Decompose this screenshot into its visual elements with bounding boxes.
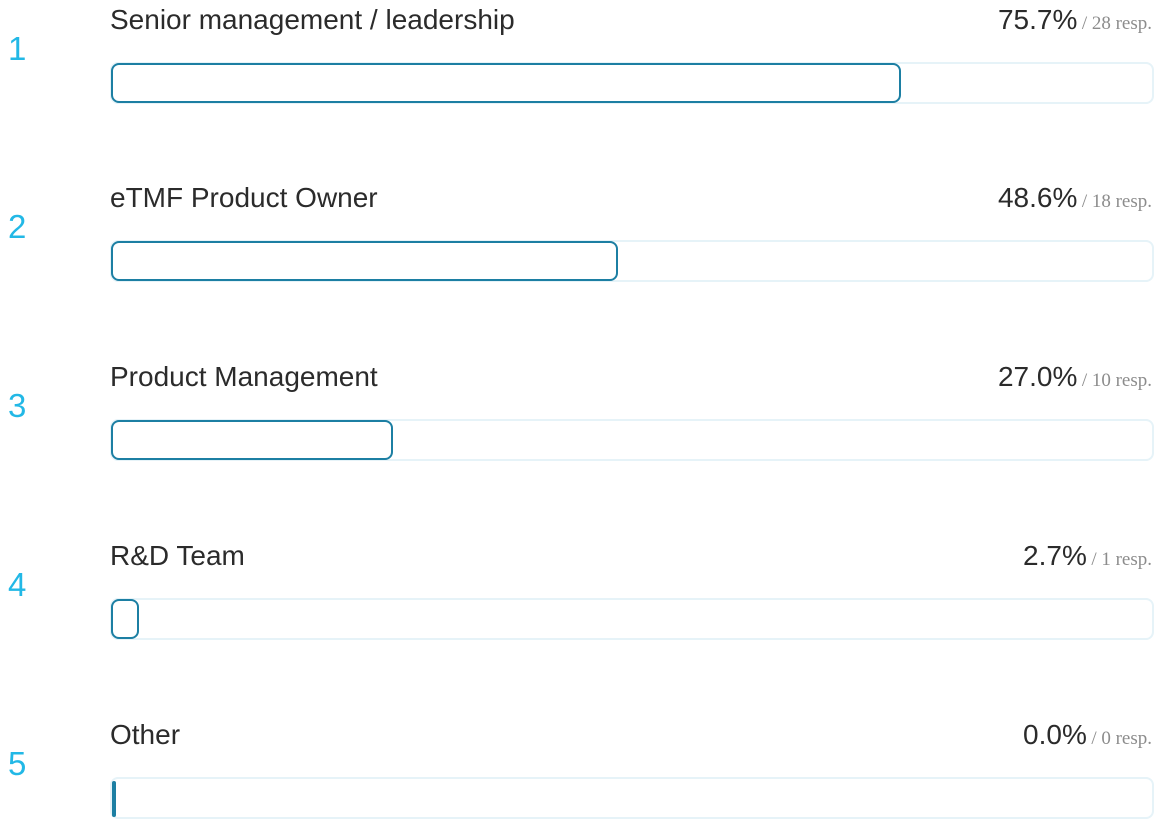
bar-fill [111, 241, 619, 281]
rank-number: 1 [8, 30, 27, 67]
bar-track [110, 419, 1154, 461]
bar-fill [111, 420, 393, 460]
rank-number: 2 [8, 208, 27, 245]
bar-row: 4 R&D Team 2.7% / 1 resp. [0, 536, 1164, 656]
bar-stat: 27.0% / 10 resp. [998, 363, 1152, 391]
category-label: R&D Team [110, 540, 245, 571]
rank-number: 5 [8, 745, 27, 782]
percent-label: 27.0% [997, 361, 1078, 392]
rank-number: 3 [8, 387, 27, 424]
response-count-label: / 0 resp. [1091, 728, 1152, 749]
bar-stat: 75.7% / 28 resp. [998, 6, 1152, 34]
bar-fill [112, 781, 116, 817]
bar-row: 5 Other 0.0% / 0 resp. [0, 715, 1164, 835]
bar-stat: 48.6% / 18 resp. [998, 184, 1152, 212]
ranked-bar-chart: 1 Senior management / leadership 75.7% / 2… [0, 0, 1164, 819]
percent-label: 75.7% [997, 4, 1078, 35]
response-count-label: / 28 resp. [1081, 13, 1152, 34]
bar-track [110, 240, 1154, 282]
bar-fill [111, 599, 140, 639]
category-label: Other [110, 719, 181, 750]
category-label: Senior management / leadership [110, 4, 515, 35]
rank-number: 4 [8, 566, 27, 603]
bar-stat: 0.0% / 0 resp. [1023, 721, 1152, 749]
bar-track [110, 777, 1154, 819]
response-count-label: / 1 resp. [1091, 549, 1152, 570]
bar-row: 3 Product Management 27.0% / 10 resp. [0, 357, 1164, 477]
response-count-label: / 18 resp. [1081, 191, 1152, 212]
category-label: Product Management [110, 361, 378, 392]
bar-track [110, 62, 1154, 104]
percent-label: 2.7% [1023, 540, 1087, 571]
percent-label: 0.0% [1023, 719, 1087, 750]
response-count-label: / 10 resp. [1081, 370, 1152, 391]
category-label: eTMF Product Owner [110, 182, 378, 213]
bar-row: 2 eTMF Product Owner 48.6% / 18 resp. [0, 178, 1164, 298]
bar-track [110, 598, 1154, 640]
bar-fill [111, 63, 902, 103]
bar-row: 1 Senior management / leadership 75.7% / 2… [0, 0, 1164, 120]
bar-stat: 2.7% / 1 resp. [1023, 542, 1152, 570]
percent-label: 48.6% [997, 182, 1078, 213]
